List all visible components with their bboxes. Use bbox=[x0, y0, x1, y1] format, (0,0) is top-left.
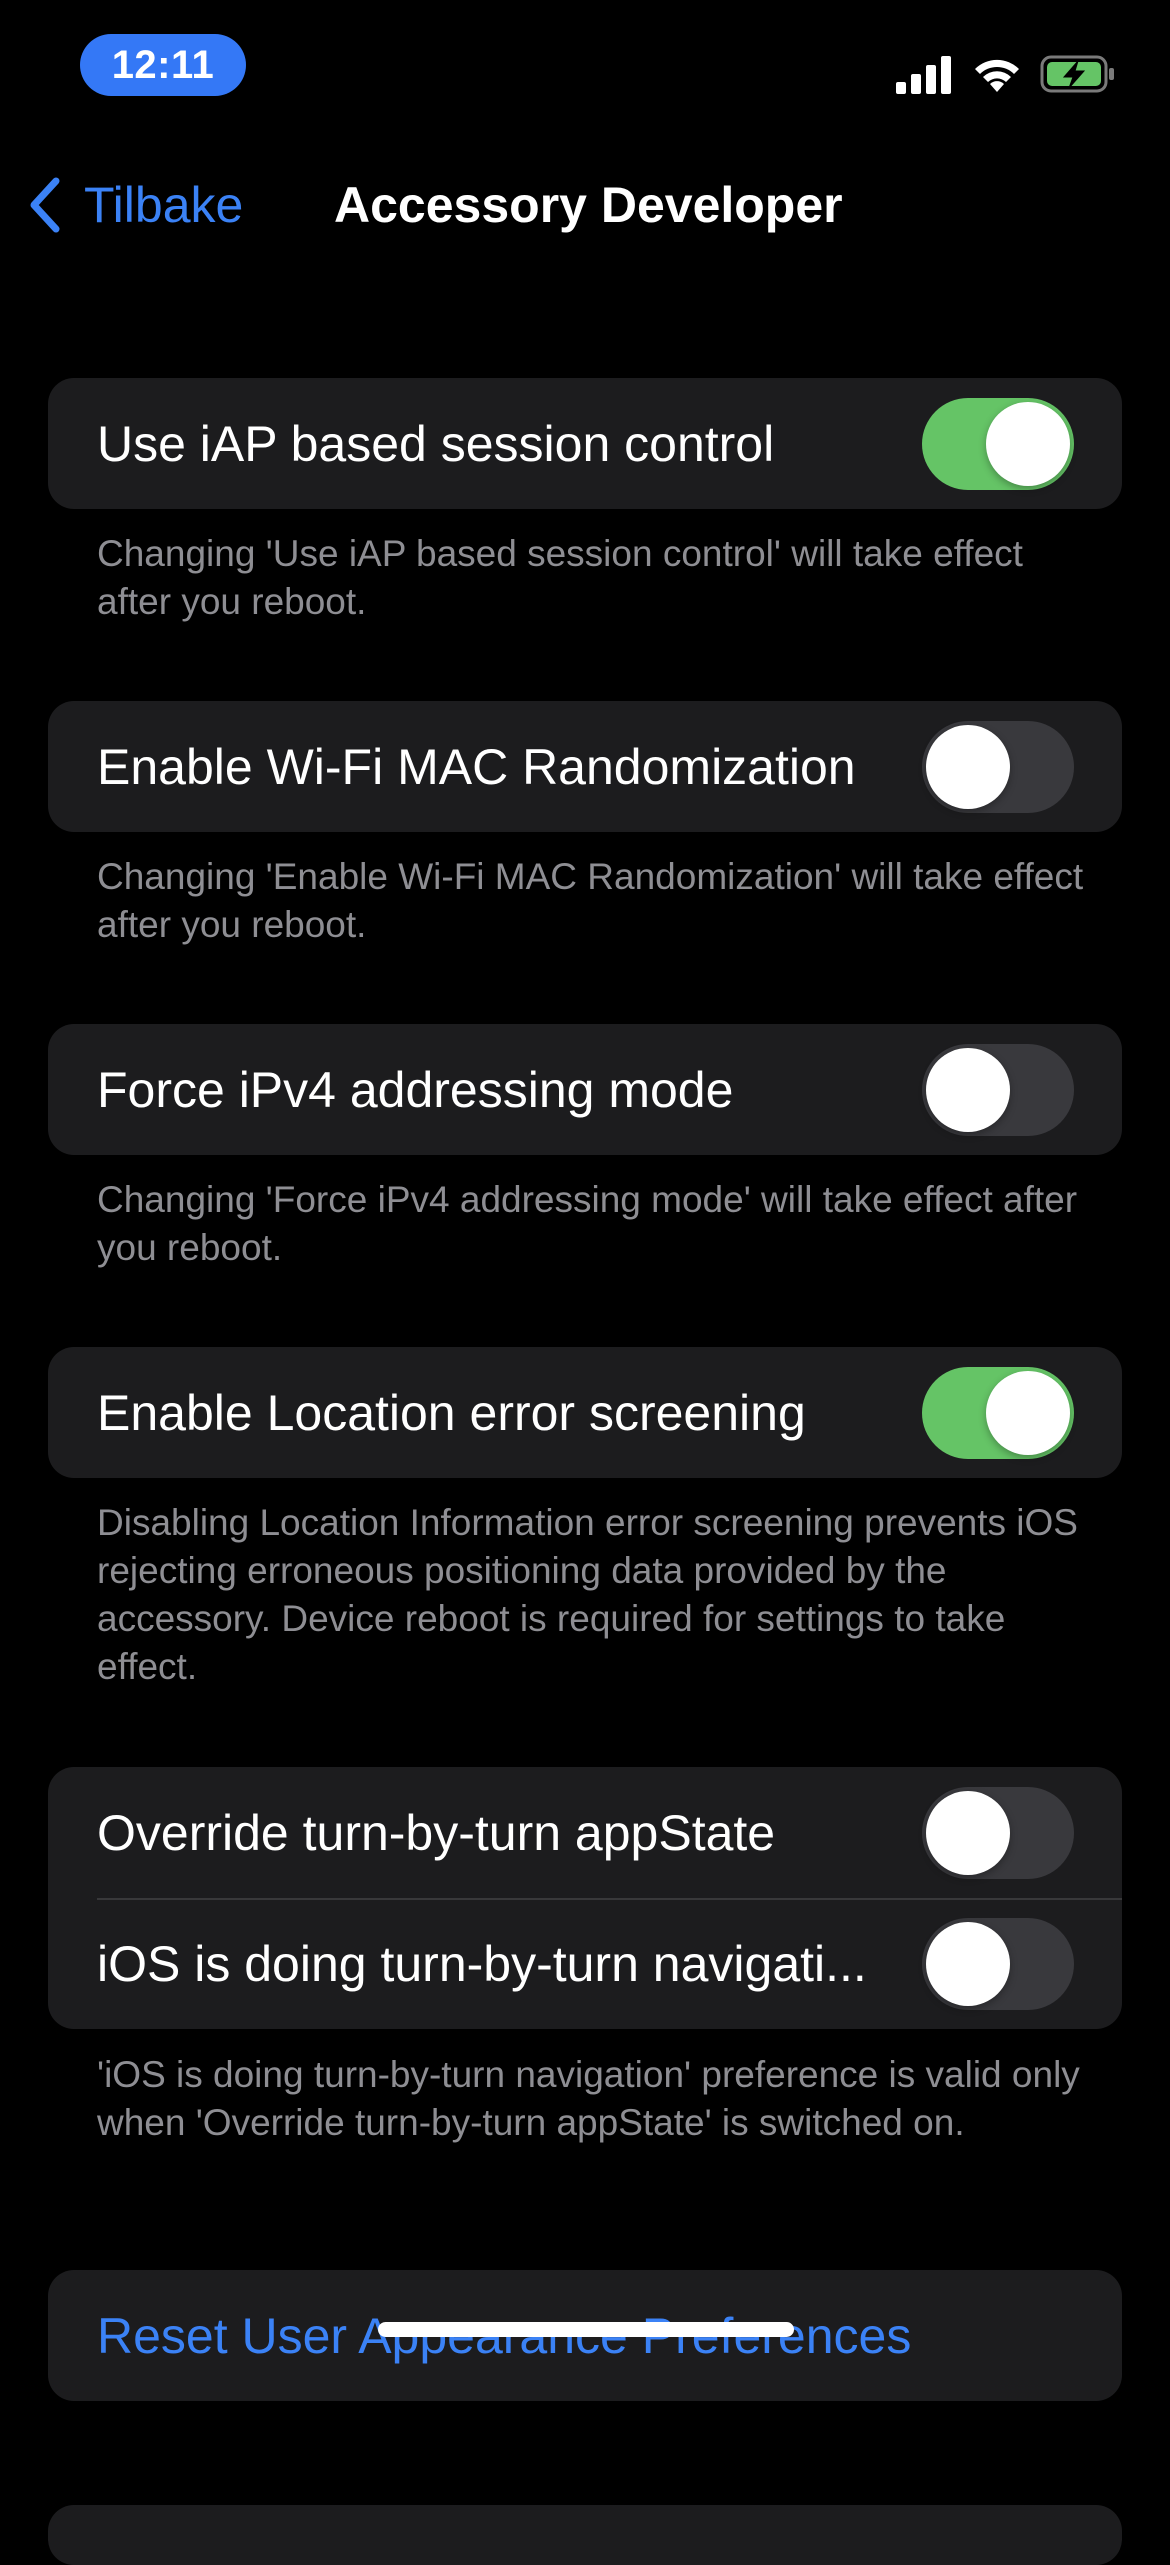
status-icons bbox=[896, 52, 1118, 96]
back-button-label: Tilbake bbox=[84, 177, 244, 233]
navigation-bar: Tilbake Accessory Developer bbox=[0, 150, 1170, 260]
iap-session-control-label: Use iAP based session control bbox=[97, 415, 775, 472]
battery-charging-icon bbox=[1040, 53, 1118, 95]
location-error-screening-label: Enable Location error screening bbox=[97, 1384, 806, 1441]
settings-row-iap: Use iAP based session control bbox=[48, 378, 1122, 509]
toggle-knob bbox=[926, 1047, 1010, 1132]
iap-footnote: Changing 'Use iAP based session control'… bbox=[97, 533, 1023, 622]
wifi-mac-randomization-toggle[interactable] bbox=[922, 720, 1074, 813]
settings-group-turn-by-turn: Override turn-by-turn appState iOS is do… bbox=[48, 1767, 1122, 2029]
chevron-left-icon bbox=[30, 177, 60, 233]
toggle-knob bbox=[926, 1921, 1010, 2006]
location-footnote: Disabling Location Information error scr… bbox=[97, 1502, 1078, 1687]
toggle-knob bbox=[926, 724, 1010, 809]
override-appstate-toggle[interactable] bbox=[922, 1786, 1074, 1879]
ios-navigation-toggle[interactable] bbox=[922, 1917, 1074, 2010]
toggle-knob bbox=[986, 401, 1070, 486]
wifi-mac-footnote: Changing 'Enable Wi-Fi MAC Randomization… bbox=[97, 856, 1084, 945]
settings-row-location: Enable Location error screening bbox=[48, 1347, 1122, 1478]
status-bar: 12:11 bbox=[0, 0, 1170, 140]
settings-group-ipv4: Force iPv4 addressing mode bbox=[48, 1024, 1122, 1155]
iap-session-control-toggle[interactable] bbox=[922, 397, 1074, 490]
ipv4-footnote: Changing 'Force iPv4 addressing mode' wi… bbox=[97, 1179, 1078, 1268]
toggle-knob bbox=[926, 1790, 1010, 1875]
settings-row-override-appstate: Override turn-by-turn appState bbox=[48, 1767, 1122, 1898]
settings-row-wifi-mac: Enable Wi-Fi MAC Randomization bbox=[48, 701, 1122, 832]
page-title: Accessory Developer bbox=[334, 177, 843, 233]
toggle-knob bbox=[986, 1370, 1070, 1455]
wifi-icon bbox=[970, 54, 1024, 94]
location-error-screening-toggle[interactable] bbox=[922, 1366, 1074, 1459]
status-time: 12:11 bbox=[80, 34, 246, 96]
override-appstate-label: Override turn-by-turn appState bbox=[97, 1804, 776, 1861]
back-button[interactable]: Tilbake bbox=[24, 170, 243, 240]
settings-group-location: Enable Location error screening bbox=[48, 1347, 1122, 1478]
ios-navigation-label: iOS is doing turn-by-turn navigati... bbox=[97, 1935, 867, 1992]
force-ipv4-label: Force iPv4 addressing mode bbox=[97, 1061, 734, 1118]
settings-group-wifi-mac: Enable Wi-Fi MAC Randomization bbox=[48, 701, 1122, 832]
turn-by-turn-footnote: 'iOS is doing turn-by-turn navigation' p… bbox=[97, 2054, 1080, 2143]
force-ipv4-toggle[interactable] bbox=[922, 1043, 1074, 1136]
wifi-mac-randomization-label: Enable Wi-Fi MAC Randomization bbox=[97, 738, 856, 795]
settings-row-ios-navigation: iOS is doing turn-by-turn navigati... bbox=[48, 1898, 1122, 2029]
settings-row-ipv4: Force iPv4 addressing mode bbox=[48, 1024, 1122, 1155]
cellular-signal-icon bbox=[896, 54, 954, 94]
settings-group-iap: Use iAP based session control bbox=[48, 378, 1122, 509]
home-indicator[interactable] bbox=[378, 2322, 794, 2337]
next-group-peek bbox=[48, 2505, 1122, 2565]
